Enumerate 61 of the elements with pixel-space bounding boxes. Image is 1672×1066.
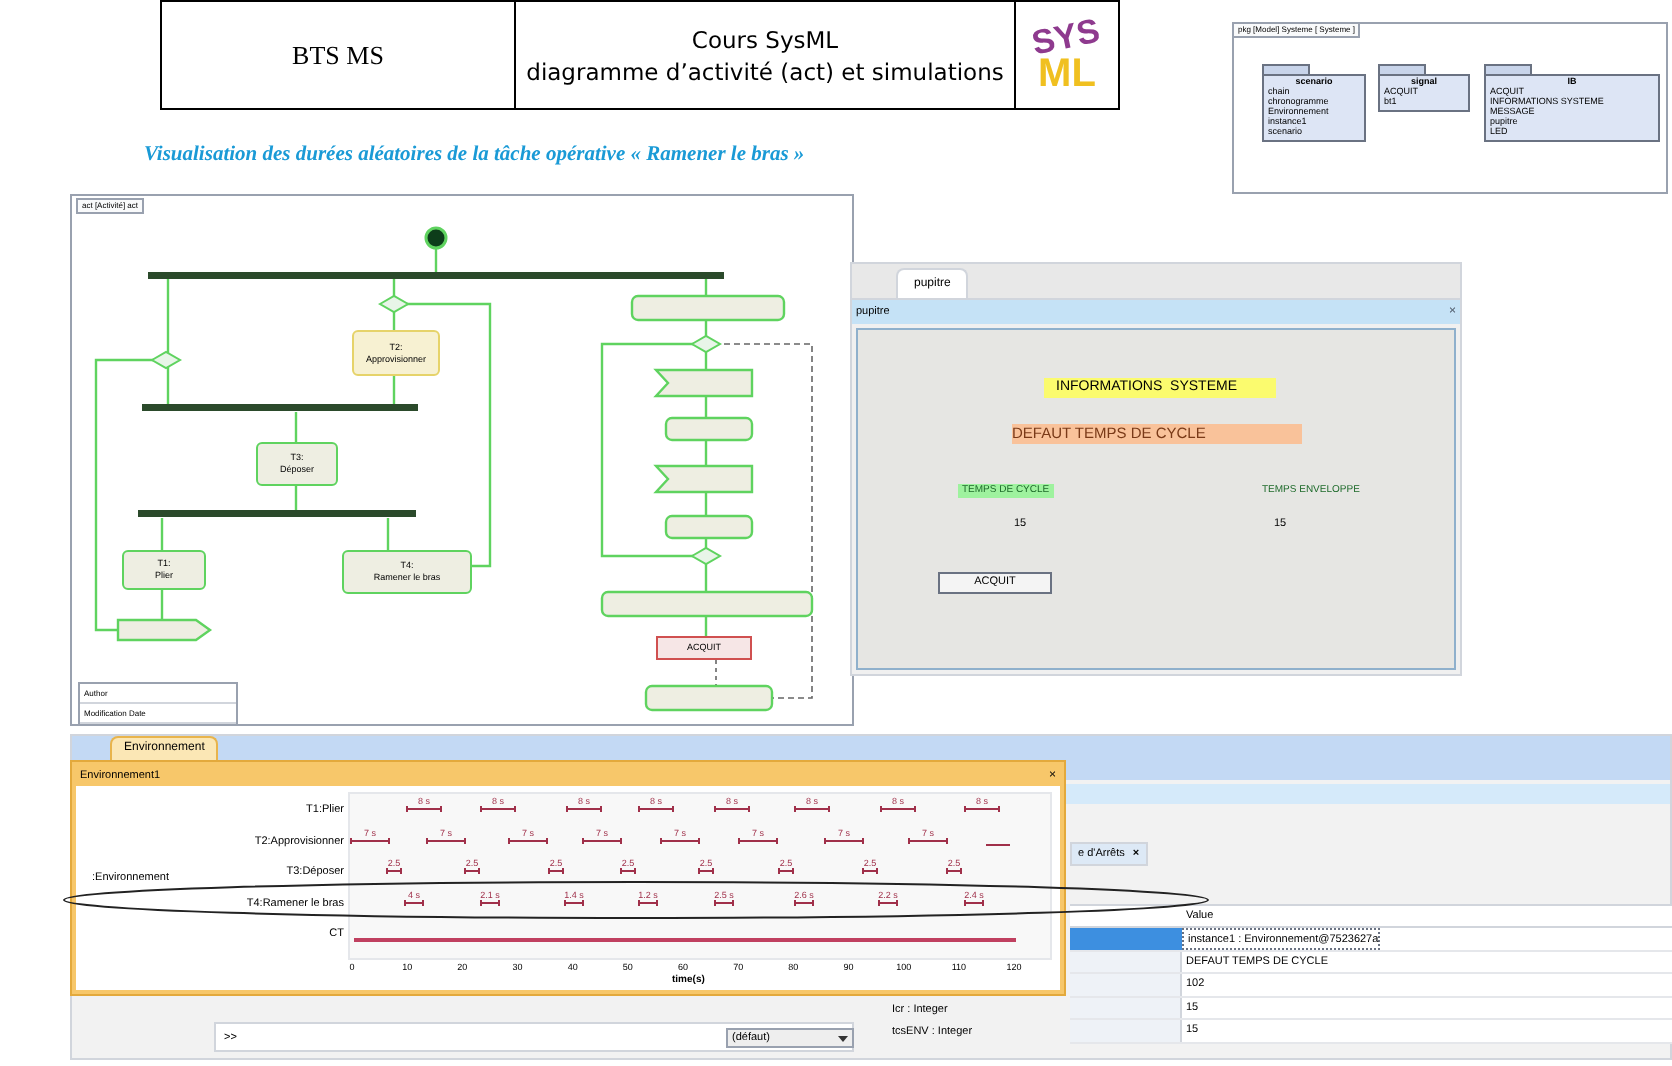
action-node [644, 684, 774, 712]
header-left-text: BTS MS [162, 2, 516, 108]
subtitle: Visualisation des durées aléatoires de la tâche opérative « Ramener le bras » [144, 142, 805, 170]
flow-line [704, 492, 708, 516]
flow-line [704, 616, 708, 636]
duration-bar [738, 837, 778, 844]
duration-bar [794, 899, 814, 906]
header-title: Cours SysML diagramme d’activité (act) et simulations [516, 2, 1016, 108]
accept-event-node [653, 464, 754, 494]
flow-line [392, 376, 396, 406]
property-row[interactable] [1070, 974, 1182, 995]
duration-bar [406, 806, 442, 812]
decision-node [690, 334, 722, 354]
duration-bar [548, 868, 564, 875]
duration-bar [480, 899, 500, 906]
duration-bar [404, 899, 424, 906]
property-row[interactable] [1070, 1020, 1182, 1041]
duration-bar [564, 899, 584, 906]
flow-line [166, 278, 170, 406]
duration-bar [862, 868, 878, 875]
duration-bar [566, 806, 602, 812]
flow-line [704, 440, 708, 466]
duration-bar [620, 868, 636, 875]
sysml-logo: SYS ML [1027, 8, 1107, 99]
duration-bar [582, 837, 622, 844]
send-signal-node [116, 618, 213, 642]
duration-bar [426, 837, 466, 844]
duration-bar [480, 806, 516, 812]
flow-line [704, 564, 708, 592]
duration-bar [698, 868, 714, 875]
flow-line [434, 248, 438, 272]
duration-bar [824, 837, 864, 844]
duration-bar [714, 899, 734, 906]
property-row[interactable] [1070, 997, 1182, 1018]
property-row[interactable] [1070, 951, 1182, 972]
duration-bar [660, 837, 700, 844]
initial-node [424, 226, 448, 250]
property-row[interactable] [1070, 928, 1182, 949]
duration-bar [778, 868, 794, 875]
decision-node [378, 294, 410, 314]
duration-bar [638, 899, 658, 906]
duration-bar [714, 806, 750, 812]
duration-bar [880, 806, 916, 812]
duration-bar [464, 868, 480, 875]
action-node [664, 416, 754, 442]
duration-bar [908, 837, 948, 844]
duration-bar [878, 899, 898, 906]
decision-node [150, 350, 182, 370]
decision-node [690, 546, 722, 566]
duration-bar [946, 868, 962, 875]
caret-icon [838, 1030, 848, 1046]
duration-bar [964, 899, 984, 906]
duration-bar [350, 837, 390, 844]
action-node [664, 514, 754, 540]
duration-bar [386, 868, 402, 875]
duration-bar [638, 806, 674, 812]
accept-event-node [653, 368, 754, 398]
duration-bar [794, 806, 830, 812]
flow-line [704, 396, 708, 418]
duration-bar [964, 806, 1000, 812]
duration-bar [508, 837, 548, 844]
